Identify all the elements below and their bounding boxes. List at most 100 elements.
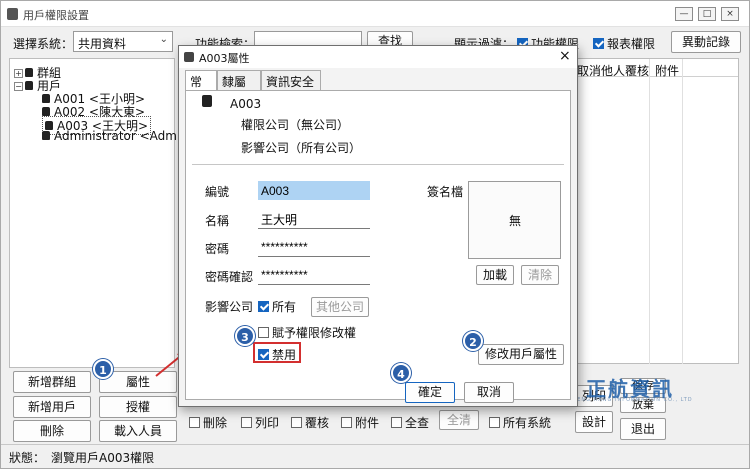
watermark-tagline: CHENG HANG INFORMATION CO., LTD — [568, 397, 693, 403]
all-companies-checkbox[interactable]: 所有 — [258, 298, 296, 315]
bottom-review-label: 覆核 — [305, 416, 330, 430]
window-title: 用戶權限設置 — [23, 9, 89, 22]
disable-checkbox[interactable]: 禁用 — [258, 346, 296, 363]
tree-item-user[interactable]: Administrator <Admin> — [42, 129, 198, 143]
users-icon — [25, 81, 33, 90]
checkbox-icon — [489, 417, 500, 428]
bottom-delete-checkbox[interactable]: 刪除 — [189, 414, 227, 431]
name-label: 名稱 — [205, 214, 230, 228]
status-label: 狀態： — [9, 451, 46, 465]
cancel-button[interactable]: 取消 — [464, 382, 514, 403]
tab-member-of[interactable]: 隸屬於 — [217, 70, 261, 106]
user-icon — [42, 107, 50, 116]
all-companies-label: 所有 — [272, 300, 297, 314]
system-label: 選擇系統： — [13, 37, 74, 51]
filter-report-checkbox[interactable]: 報表權限 — [593, 35, 655, 52]
bottom-delete-label: 刪除 — [203, 416, 228, 430]
grant-modify-label: 賦予權限修改權 — [272, 326, 357, 340]
exit-button[interactable]: 退出 — [620, 418, 666, 440]
grid-header-attachment: 附件 — [655, 64, 680, 78]
checkbox-checked-icon — [258, 349, 269, 360]
system-select-value: 共用資料 — [78, 37, 127, 51]
user-icon — [42, 131, 50, 140]
other-company-button[interactable]: 其他公司 — [311, 297, 369, 317]
callout-badge-1: 1 — [93, 359, 113, 379]
divider — [192, 164, 564, 165]
all-systems-label: 所有系統 — [503, 416, 552, 430]
all-systems-checkbox[interactable]: 所有系統 — [489, 414, 551, 431]
checkbox-checked-icon — [258, 301, 269, 312]
grant-modify-checkbox[interactable]: 賦予權限修改權 — [258, 324, 356, 341]
load-signature-button[interactable]: 加載 — [476, 265, 514, 285]
checkbox-icon — [241, 417, 252, 428]
grid-header-cancel-review: 取消他人覆核 — [577, 64, 650, 78]
dialog-icon — [184, 52, 194, 62]
clear-signature-button[interactable]: 清除 — [521, 265, 559, 285]
password-field[interactable] — [258, 238, 370, 257]
clear-all-button[interactable]: 全清 — [439, 410, 479, 430]
id-label: 編號 — [205, 185, 230, 199]
change-log-button[interactable]: 異動記錄 — [671, 31, 741, 53]
minimize-button[interactable]: — — [675, 7, 693, 21]
bottom-select-all-label: 全查 — [405, 416, 430, 430]
bottom-review-checkbox[interactable]: 覆核 — [291, 414, 329, 431]
bottom-print-checkbox[interactable]: 列印 — [241, 414, 279, 431]
dialog-title-bar: A003屬性 × — [179, 46, 577, 68]
bottom-select-all-checkbox[interactable]: 全查 — [391, 414, 429, 431]
callout-badge-2: 2 — [463, 331, 483, 351]
affect-company-label: 影響公司 — [205, 300, 254, 314]
password-confirm-label: 密碼確認 — [205, 270, 254, 284]
user-properties-dialog: A003屬性 × 常規 隸屬於 資訊安全 A003 權限公司（無公司） 影響公司… — [178, 45, 578, 407]
bottom-print-label: 列印 — [255, 416, 280, 430]
name-field[interactable] — [258, 210, 370, 229]
signature-preview: 無 — [468, 181, 561, 259]
checkbox-icon — [189, 417, 200, 428]
id-field[interactable] — [258, 181, 370, 200]
signature-value: 無 — [509, 214, 522, 228]
disable-label: 禁用 — [272, 348, 297, 362]
tab-general[interactable]: 常規 — [185, 70, 217, 106]
design-button[interactable]: 設計 — [575, 411, 613, 433]
chevron-down-icon: ⌄ — [159, 34, 168, 45]
checkbox-icon — [391, 417, 402, 428]
title-bar: 用戶權限設置 — □ × — [1, 1, 749, 27]
status-text: 瀏覽用戶A003權限 — [51, 451, 155, 465]
user-icon — [42, 94, 50, 103]
add-user-button[interactable]: 新增用戶 — [13, 396, 91, 418]
maximize-button[interactable]: □ — [698, 7, 716, 21]
password-confirm-field[interactable] — [258, 266, 370, 285]
checkbox-icon — [341, 417, 352, 428]
checkbox-icon — [291, 417, 302, 428]
main-window: 用戶權限設置 — □ × 選擇系統： 共用資料 ⌄ 功能檢索： 查找 顯示過濾：… — [0, 0, 750, 469]
add-group-button[interactable]: 新增群組 — [13, 371, 91, 393]
user-tree[interactable]: + 群組 − 用戶 A001 <王小明> A002 <陳大東> A003 <王大明>… — [9, 58, 198, 368]
checkbox-icon — [258, 327, 269, 338]
delete-button[interactable]: 刪除 — [13, 420, 91, 442]
signature-label: 簽名檔 — [427, 185, 464, 199]
password-label: 密碼 — [205, 242, 230, 256]
affect-company-text: 影響公司（所有公司） — [241, 141, 362, 155]
grant-button[interactable]: 授權 — [99, 396, 177, 418]
dialog-title: A003屬性 — [199, 52, 250, 65]
dialog-close-icon[interactable]: × — [559, 48, 571, 64]
checkbox-checked-icon — [593, 38, 604, 49]
status-bar: 狀態： 瀏覽用戶A003權限 — [1, 444, 749, 468]
app-icon — [7, 8, 18, 20]
bottom-attach-checkbox[interactable]: 附件 — [341, 414, 379, 431]
ok-button[interactable]: 確定 — [405, 382, 455, 403]
tab-info-security[interactable]: 資訊安全 — [261, 70, 321, 90]
grid-column-divider — [649, 59, 650, 364]
callout-badge-4: 4 — [391, 363, 411, 383]
bottom-attach-label: 附件 — [355, 416, 380, 430]
load-staff-button[interactable]: 載入人員 — [99, 420, 177, 442]
modify-user-props-button[interactable]: 修改用戶屬性 — [478, 344, 564, 365]
system-select[interactable]: 共用資料 ⌄ — [73, 31, 173, 52]
close-window-button[interactable]: × — [721, 7, 739, 21]
general-tab-panel: A003 權限公司（無公司） 影響公司（所有公司） 編號 名稱 密碼 密碼確認 … — [185, 90, 571, 400]
tree-item-label: Administrator <Admin> — [54, 129, 198, 143]
collapse-icon[interactable]: − — [14, 82, 23, 91]
group-icon — [25, 68, 33, 77]
user-id-header: A003 — [230, 97, 262, 111]
filter-report-label: 報表權限 — [607, 37, 656, 51]
callout-badge-3: 3 — [235, 326, 255, 346]
